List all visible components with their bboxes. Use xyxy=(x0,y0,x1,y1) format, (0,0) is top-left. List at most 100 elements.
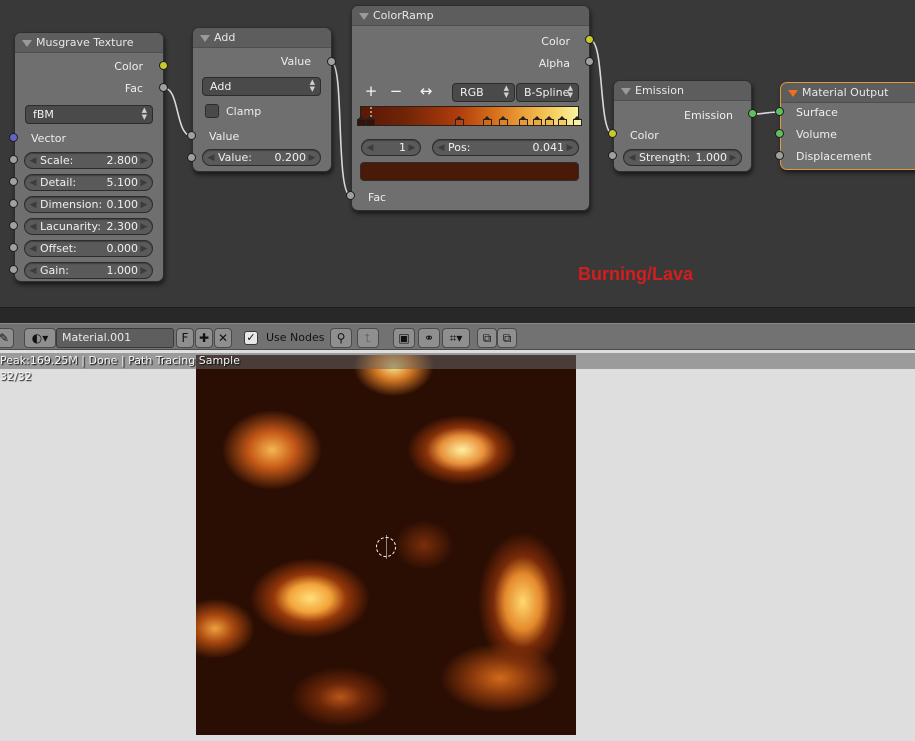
gain-field[interactable]: ◀ Gain: 1.000 ▶ xyxy=(24,262,153,279)
color-mode-dropdown[interactable]: RGB ▲ ▼ xyxy=(452,83,515,102)
musgrave-detail-input-socket[interactable] xyxy=(9,177,18,186)
ramp-stop-marker[interactable] xyxy=(357,116,366,126)
decrement-arrow-icon[interactable]: ◀ xyxy=(28,199,38,211)
value-field[interactable]: ◀ Value: 0.200 ▶ xyxy=(202,149,321,166)
dimension-field[interactable]: ◀ Dimension: 0.100 ▶ xyxy=(24,196,153,213)
ramp-stop-marker[interactable] xyxy=(545,116,554,126)
pin-icon[interactable]: ⚲ xyxy=(330,328,352,348)
3d-cursor-icon[interactable] xyxy=(376,535,396,559)
copy-nodes-icon[interactable]: ⧉ xyxy=(477,328,497,348)
ramp-stop-marker[interactable] xyxy=(573,116,582,126)
ramp-stop-marker[interactable] xyxy=(455,116,464,126)
editor-divider[interactable] xyxy=(0,307,915,323)
emission-output-socket[interactable] xyxy=(748,109,757,118)
increment-arrow-icon[interactable]: ▶ xyxy=(139,243,149,255)
decrement-arrow-icon[interactable]: ◀ xyxy=(28,155,38,167)
musgrave-dimension-input-socket[interactable] xyxy=(9,199,18,208)
collapse-triangle-icon[interactable] xyxy=(788,90,798,97)
snap-mode-icon[interactable]: ⌗▾ xyxy=(442,328,470,348)
musgrave-scale-input-socket[interactable] xyxy=(9,155,18,164)
interpolation-dropdown[interactable]: B-Spline ▲ ▼ xyxy=(516,83,579,102)
collapse-triangle-icon[interactable] xyxy=(621,88,631,95)
output-volume-input-socket[interactable] xyxy=(775,129,784,138)
collapse-triangle-icon[interactable] xyxy=(22,40,32,47)
musgrave-type-dropdown[interactable]: fBM ▲ ▼ xyxy=(25,105,153,124)
add-value-output-socket[interactable] xyxy=(327,57,336,66)
collapse-triangle-icon[interactable] xyxy=(359,13,369,20)
ramp-stop-marker[interactable] xyxy=(519,116,528,126)
decrement-arrow-icon[interactable]: ◀ xyxy=(28,177,38,189)
increment-arrow-icon[interactable]: ▶ xyxy=(407,142,417,154)
flip-ramp-icon[interactable]: ↔ xyxy=(415,83,437,101)
paste-nodes-icon[interactable]: ⧉ xyxy=(497,328,517,348)
stop-color-swatch[interactable] xyxy=(360,162,579,181)
ramp-stop-marker[interactable] xyxy=(558,116,567,126)
musgrave-color-output-socket[interactable] xyxy=(159,61,168,70)
fake-user-button[interactable]: F xyxy=(176,328,194,348)
decrement-arrow-icon[interactable]: ◀ xyxy=(365,142,375,154)
add-math-node[interactable]: Add Value Add ▲ ▼ Clamp Value ◀ Value: 0.… xyxy=(192,27,332,172)
add-value2-input-socket[interactable] xyxy=(187,153,196,162)
strength-field[interactable]: ◀ Strength: 1.000 ▶ xyxy=(623,149,742,166)
node-header[interactable]: Add xyxy=(193,28,331,48)
plus-icon[interactable]: ✚ xyxy=(195,328,213,348)
increment-arrow-icon[interactable]: ▶ xyxy=(139,199,149,211)
increment-arrow-icon[interactable]: ▶ xyxy=(728,152,738,164)
ramp-stop-marker[interactable] xyxy=(499,116,508,126)
decrement-arrow-icon[interactable]: ◀ xyxy=(28,243,38,255)
increment-arrow-icon[interactable]: ▶ xyxy=(139,177,149,189)
offset-field[interactable]: ◀ Offset: 0.000 ▶ xyxy=(24,240,153,257)
musgrave-fac-output-socket[interactable] xyxy=(159,83,168,92)
add-value-input-socket[interactable] xyxy=(187,131,196,140)
decrement-arrow-icon[interactable]: ◀ xyxy=(28,265,38,277)
musgrave-gain-input-socket[interactable] xyxy=(9,265,18,274)
decrement-arrow-icon[interactable]: ◀ xyxy=(627,152,637,164)
musgrave-offset-input-socket[interactable] xyxy=(9,243,18,252)
lacunarity-field[interactable]: ◀ Lacunarity: 2.300 ▶ xyxy=(24,218,153,235)
use-nodes-checkbox[interactable]: ✓ xyxy=(244,331,258,345)
snap-toggle-icon[interactable]: ⚭ xyxy=(418,328,440,348)
emission-node[interactable]: Emission Emission Color ◀ Strength: 1.00… xyxy=(613,80,752,172)
node-header[interactable]: Material Output xyxy=(781,83,915,103)
detail-field[interactable]: ◀ Detail: 5.100 ▶ xyxy=(24,174,153,191)
decrement-arrow-icon[interactable]: ◀ xyxy=(206,152,216,164)
node-editor[interactable]: Musgrave Texture Color Fac fBM ▲ ▼ Vector… xyxy=(0,0,915,307)
x-icon[interactable]: ✕ xyxy=(214,328,232,348)
math-operation-dropdown[interactable]: Add ▲ ▼ xyxy=(202,77,321,96)
increment-arrow-icon[interactable]: ▶ xyxy=(139,221,149,233)
ramp-stop-marker[interactable] xyxy=(366,116,375,126)
collapse-triangle-icon[interactable] xyxy=(200,35,210,42)
ramp-stop-marker[interactable] xyxy=(533,116,542,126)
decrement-arrow-icon[interactable]: ◀ xyxy=(28,221,38,233)
editor-type-pencil-icon[interactable]: ✎ xyxy=(0,328,14,348)
material-output-node[interactable]: Material Output Surface Volume Displacem… xyxy=(780,82,915,170)
remove-stop-minus-icon[interactable]: − xyxy=(385,83,407,101)
increment-arrow-icon[interactable]: ▶ xyxy=(565,142,575,154)
musgrave-texture-node[interactable]: Musgrave Texture Color Fac fBM ▲ ▼ Vector… xyxy=(14,32,164,282)
stop-position-field[interactable]: ◀ Pos: 0.041 ▶ xyxy=(432,139,579,156)
output-displacement-input-socket[interactable] xyxy=(775,151,784,160)
ramp-color-output-socket[interactable] xyxy=(585,35,594,44)
musgrave-vector-input-socket[interactable] xyxy=(9,133,18,142)
material-browse-icon[interactable]: ◐▾ xyxy=(24,328,56,348)
increment-arrow-icon[interactable]: ▶ xyxy=(139,265,149,277)
increment-arrow-icon[interactable]: ▶ xyxy=(307,152,317,164)
node-header[interactable]: ColorRamp xyxy=(352,6,589,26)
node-header[interactable]: Musgrave Texture xyxy=(15,33,163,53)
scale-field[interactable]: ◀ Scale: 2.800 ▶ xyxy=(24,152,153,169)
material-name-field[interactable]: Material.001 xyxy=(56,328,174,348)
decrement-arrow-icon[interactable]: ◀ xyxy=(436,142,446,154)
ramp-stop-marker[interactable] xyxy=(483,116,492,126)
ramp-alpha-output-socket[interactable] xyxy=(585,57,594,66)
backdrop-icon[interactable]: ▣ xyxy=(393,328,415,348)
go-to-parent-icon[interactable]: ⮤ xyxy=(357,328,379,348)
node-header[interactable]: Emission xyxy=(614,81,751,101)
emission-color-input-socket[interactable] xyxy=(608,129,617,138)
add-stop-plus-icon[interactable]: + xyxy=(360,83,382,101)
stop-index-field[interactable]: ◀ 1 ▶ xyxy=(361,139,421,156)
emission-strength-input-socket[interactable] xyxy=(608,151,617,160)
ramp-fac-input-socket[interactable] xyxy=(346,191,355,200)
musgrave-lacunarity-input-socket[interactable] xyxy=(9,221,18,230)
clamp-checkbox[interactable] xyxy=(205,104,219,118)
increment-arrow-icon[interactable]: ▶ xyxy=(139,155,149,167)
